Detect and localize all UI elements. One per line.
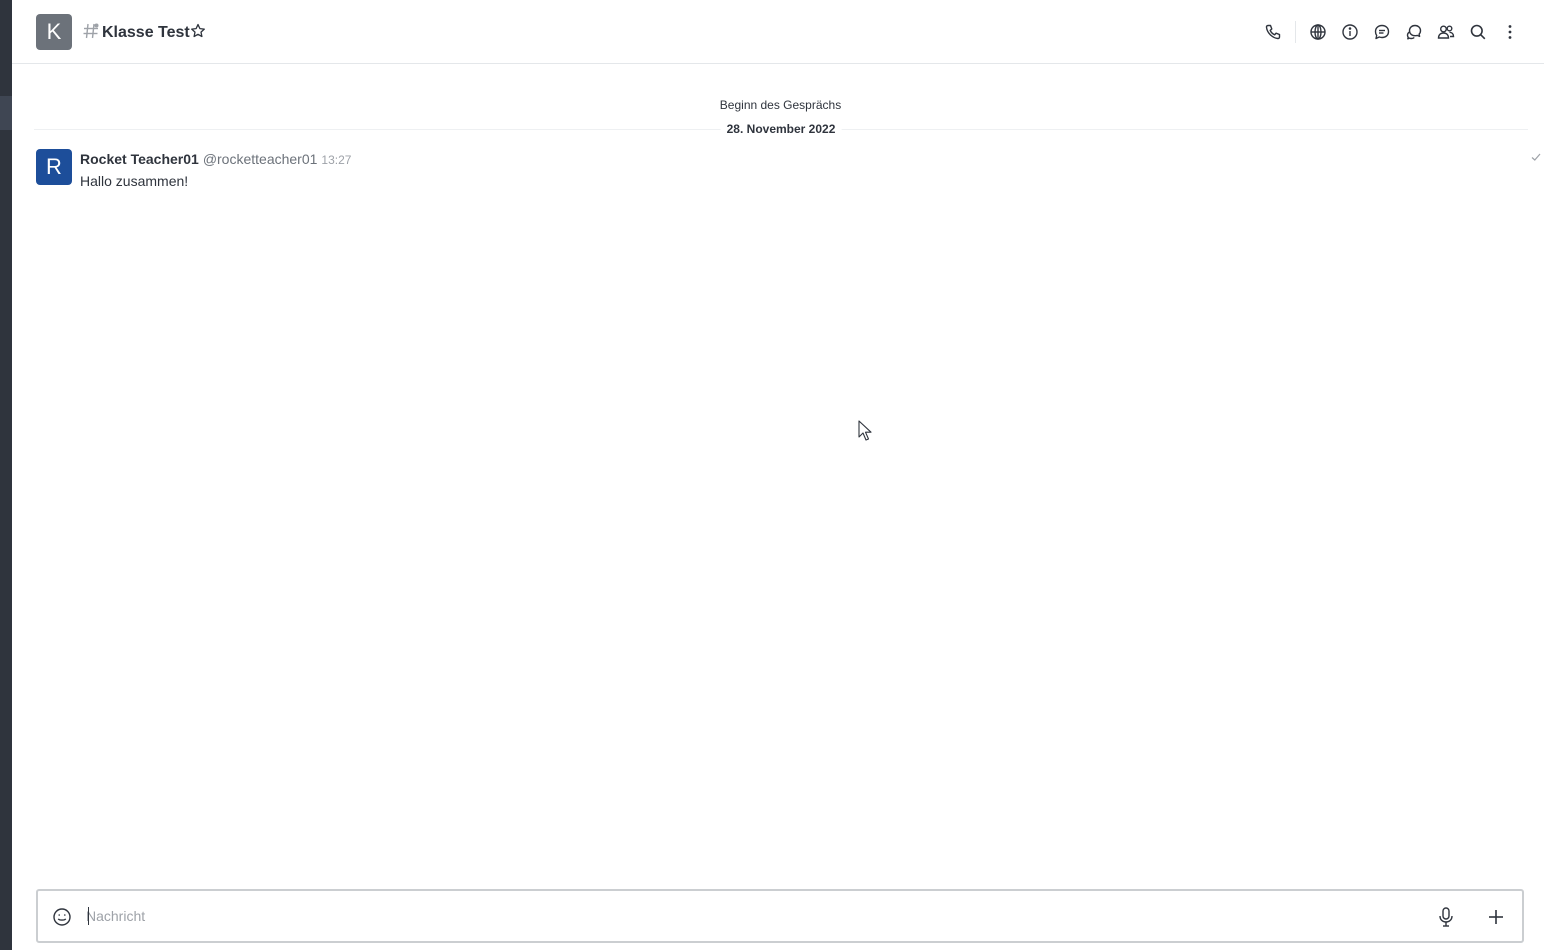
more-options-button[interactable] — [1496, 18, 1524, 46]
translate-button[interactable] — [1304, 18, 1332, 46]
room-toolbar — [1255, 18, 1524, 46]
room-title[interactable]: Klasse Test — [102, 22, 190, 44]
threads-icon — [1374, 24, 1390, 40]
microphone-icon[interactable] — [1436, 906, 1456, 928]
sidebar-edge — [0, 0, 12, 950]
phone-icon — [1265, 24, 1281, 40]
user-avatar[interactable]: R — [36, 149, 72, 185]
check-icon — [1531, 153, 1541, 161]
message-header: Rocket Teacher01 @rocketteacher01 13:27 — [80, 150, 351, 169]
discussions-button[interactable] — [1400, 18, 1428, 46]
mouse-cursor-icon — [858, 420, 872, 441]
channel-icon — [83, 23, 99, 39]
date-divider-label: 28. November 2022 — [720, 122, 842, 136]
plus-icon[interactable] — [1486, 907, 1506, 927]
globe-icon — [1310, 24, 1326, 40]
message-text: Hallo zusammen! — [80, 173, 189, 189]
members-button[interactable] — [1432, 18, 1460, 46]
kebab-icon — [1508, 25, 1512, 39]
call-button[interactable] — [1259, 18, 1287, 46]
message-author-name[interactable]: Rocket Teacher01 — [80, 151, 199, 167]
message-timestamp: 13:27 — [321, 153, 352, 167]
message-input[interactable] — [86, 903, 1416, 929]
room-avatar[interactable]: K — [36, 14, 72, 50]
text-caret — [88, 907, 89, 925]
room-info-button[interactable] — [1336, 18, 1364, 46]
message-author-username[interactable]: @rocketteacher01 — [203, 151, 318, 167]
threads-button[interactable] — [1368, 18, 1396, 46]
toolbar-separator — [1295, 21, 1296, 43]
room-header: K Klasse Test — [12, 0, 1544, 64]
sidebar-selected-item[interactable] — [0, 96, 12, 130]
info-icon — [1342, 24, 1358, 40]
message-item[interactable]: R Rocket Teacher01 @rocketteacher01 13:27 … — [36, 149, 1541, 193]
date-divider: 28. November 2022 — [34, 120, 1528, 140]
members-icon — [1437, 25, 1455, 39]
room-main: K Klasse Test Beginn des Gesprächs 28. N… — [12, 0, 1544, 950]
message-composer — [36, 889, 1524, 943]
discussion-icon — [1406, 24, 1422, 40]
star-icon[interactable] — [190, 23, 206, 39]
search-icon — [1470, 24, 1486, 40]
emoji-icon[interactable] — [52, 907, 72, 927]
search-button[interactable] — [1464, 18, 1492, 46]
conversation-start-label: Beginn des Gesprächs — [719, 98, 842, 112]
